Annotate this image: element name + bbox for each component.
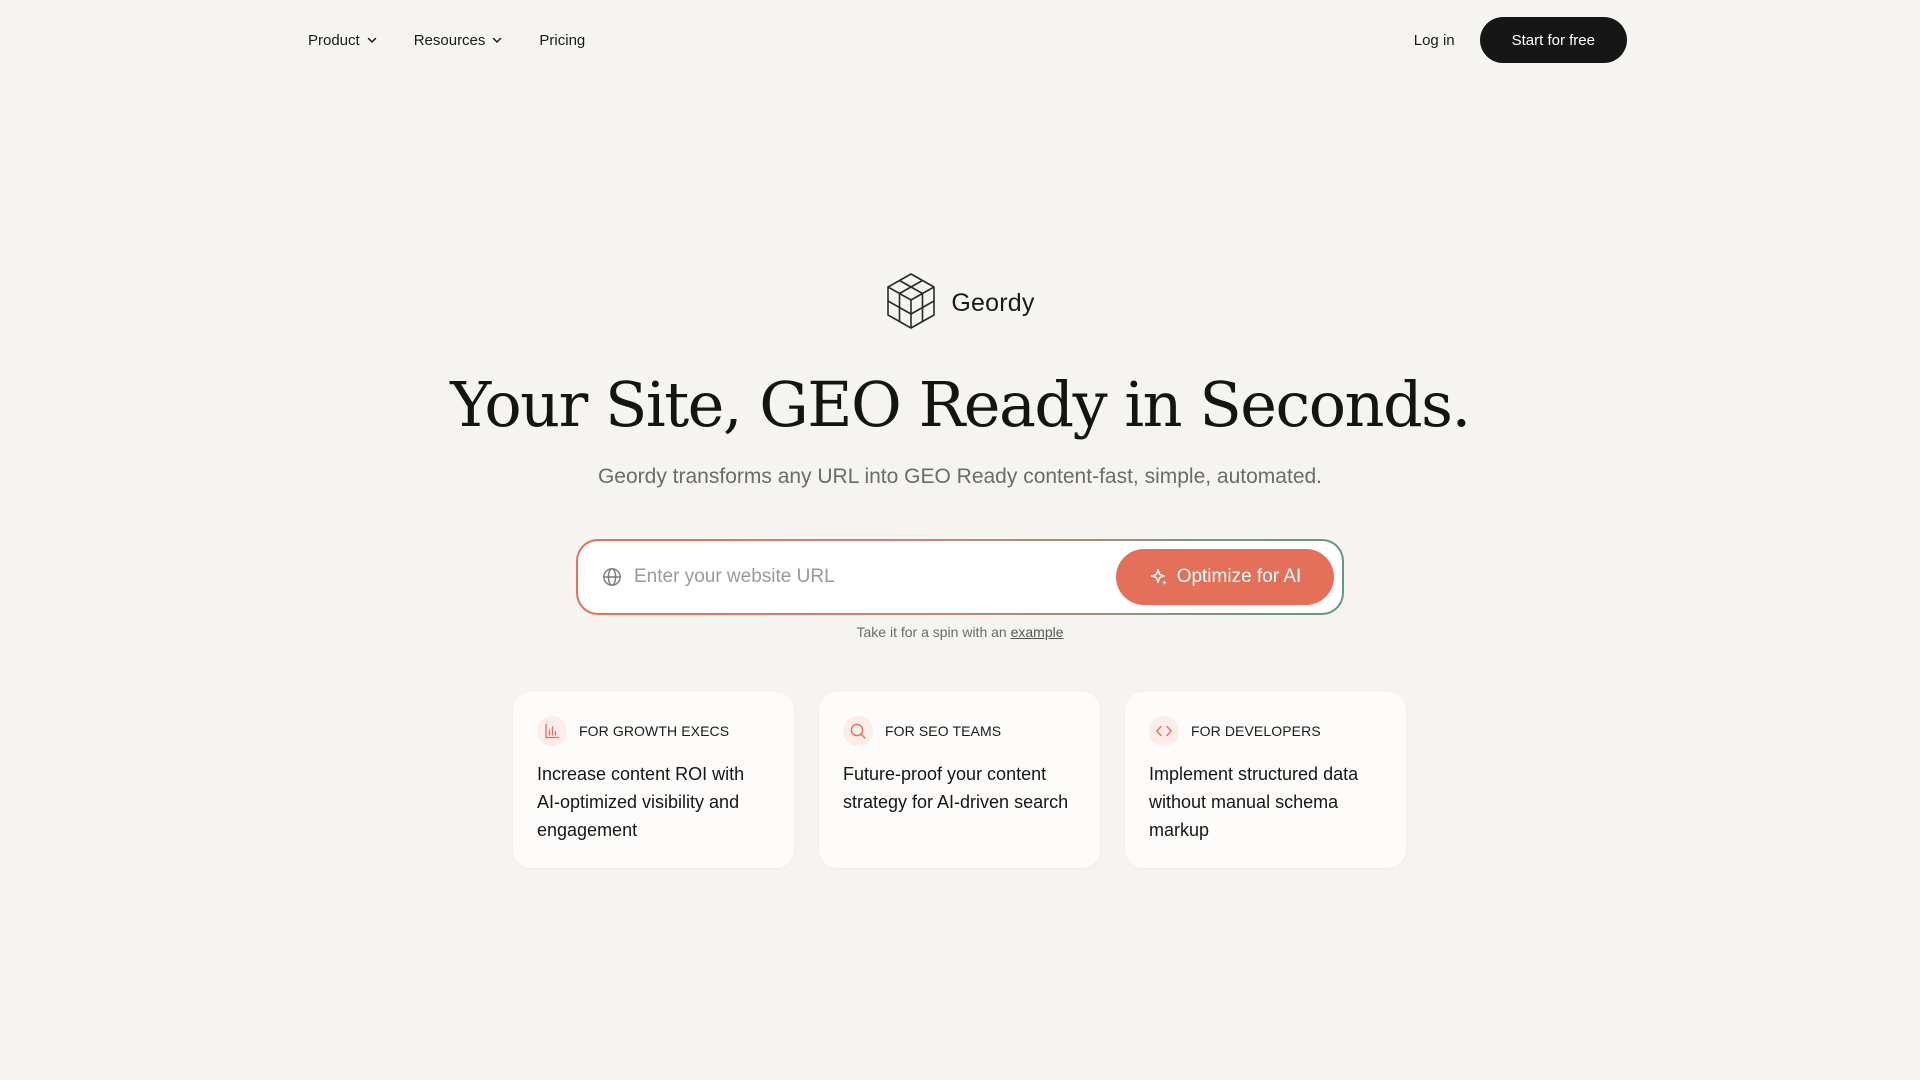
brand-name: Geordy bbox=[951, 289, 1035, 317]
card-tag: FOR DEVELOPERS bbox=[1191, 723, 1321, 739]
example-hint: Take it for a spin with an example bbox=[0, 624, 1920, 640]
nav-item-product[interactable]: Product bbox=[308, 27, 378, 53]
brand: Geordy bbox=[0, 272, 1920, 335]
optimize-button-label: Optimize for AI bbox=[1176, 566, 1302, 587]
code-icon bbox=[1149, 716, 1179, 746]
nav-item-label: Pricing bbox=[539, 31, 586, 49]
hero-subtitle: Geordy transforms any URL into GEO Ready… bbox=[597, 465, 1323, 488]
url-form-inner: Optimize for AI bbox=[578, 541, 1342, 613]
card-developers: FOR DEVELOPERS Implement structured data… bbox=[1125, 692, 1406, 868]
landing-page: Product Resources Pricing Log in Start f… bbox=[0, 0, 1920, 1080]
nav-menu: Product Resources Pricing bbox=[308, 27, 621, 53]
card-header: FOR DEVELOPERS bbox=[1149, 716, 1382, 746]
card-header: FOR SEO TEAMS bbox=[843, 716, 1076, 746]
page-title: Your Site, GEO Ready in Seconds. bbox=[450, 368, 1471, 441]
card-description: Implement structured data without manual… bbox=[1149, 764, 1359, 840]
nav-item-label: Product bbox=[308, 31, 360, 49]
card-growth-execs: FOR GROWTH EXECS Increase content ROI wi… bbox=[513, 692, 794, 868]
nav-actions: Log in Start for free bbox=[1414, 17, 1627, 63]
url-form: Optimize for AI bbox=[576, 539, 1344, 615]
chevron-down-icon bbox=[491, 34, 503, 46]
url-input[interactable] bbox=[634, 566, 1116, 588]
bar-chart-icon bbox=[537, 716, 567, 746]
card-description: Future-proof your content strategy for A… bbox=[843, 764, 1069, 812]
card-tag: FOR GROWTH EXECS bbox=[579, 723, 730, 739]
globe-icon bbox=[602, 567, 622, 587]
example-hint-text: Take it for a spin with an bbox=[856, 624, 1007, 640]
optimize-for-ai-button[interactable]: Optimize for AI bbox=[1116, 549, 1334, 605]
chevron-down-icon bbox=[366, 34, 378, 46]
nav-item-resources[interactable]: Resources bbox=[414, 27, 504, 53]
card-seo-teams: FOR SEO TEAMS Future-proof your content … bbox=[819, 692, 1100, 868]
card-header: FOR GROWTH EXECS bbox=[537, 716, 770, 746]
audience-cards: FOR GROWTH EXECS Increase content ROI wi… bbox=[513, 692, 1406, 868]
card-description: Increase content ROI with AI-optimized v… bbox=[537, 764, 745, 840]
nav-item-label: Resources bbox=[413, 31, 486, 49]
hexagon-cube-logo-icon bbox=[885, 272, 937, 335]
top-nav: Product Resources Pricing Log in Start f… bbox=[0, 0, 1920, 80]
sparkle-icon bbox=[1149, 567, 1169, 587]
example-link[interactable]: example bbox=[1011, 624, 1064, 640]
search-icon bbox=[843, 716, 873, 746]
nav-item-pricing[interactable]: Pricing bbox=[539, 27, 585, 53]
card-tag: FOR SEO TEAMS bbox=[885, 723, 1002, 739]
login-link[interactable]: Log in bbox=[1414, 32, 1455, 49]
start-for-free-button[interactable]: Start for free bbox=[1479, 17, 1627, 63]
